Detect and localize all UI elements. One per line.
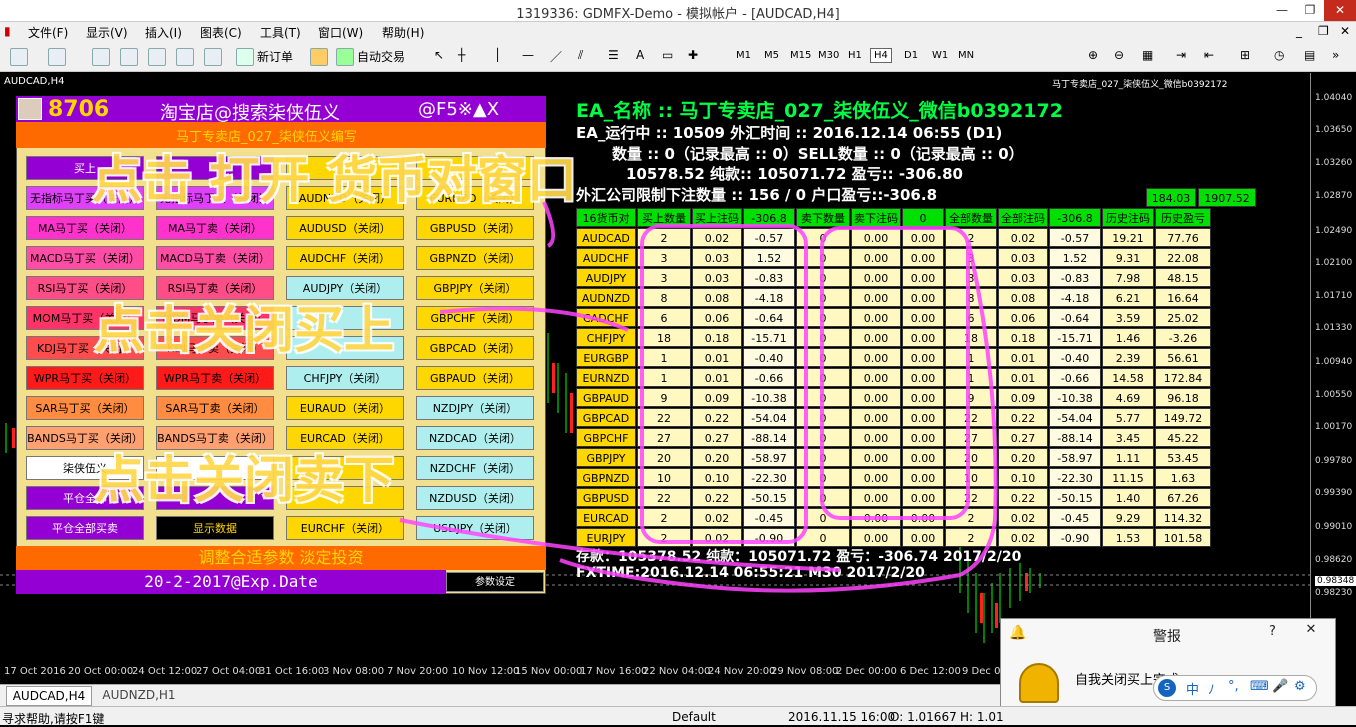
- alert-close-icon[interactable]: ✕: [1291, 622, 1331, 642]
- overlay-close-buy: 点击关闭买上: [94, 301, 394, 359]
- status-high: H: 1.01: [960, 710, 1004, 724]
- microphone-icon[interactable]: 🎤: [1272, 679, 1288, 694]
- ime-settings-icon[interactable]: ⚙: [1294, 679, 1306, 694]
- overlay-close-sell: 点击关闭卖下: [94, 451, 394, 509]
- alert-help-icon[interactable]: ?: [1269, 624, 1276, 639]
- ime-toolbar: S 中 ﾉ °, ⌨ 🎤 ⚙: [1153, 675, 1317, 701]
- annotation-strokes: [399, 201, 998, 593]
- bell-icon: [1019, 663, 1059, 703]
- status-bar: 寻求帮助,请按F1键 Default 2016.11.15 16:00 O: 1…: [0, 706, 1356, 726]
- alert-title: 警报: [1153, 629, 1181, 645]
- overlay-open-pair: 点击 打开 货币对窗口: [92, 151, 577, 209]
- keyboard-icon[interactable]: ⌨: [1250, 679, 1269, 694]
- status-datetime: 2016.11.15 16:00: [788, 710, 896, 724]
- chart-tabs: AUDCAD,H4 AUDNZD,H1: [0, 684, 1000, 706]
- status-help: 寻求帮助,请按F1键: [2, 712, 105, 726]
- bell-small-icon: 🔔: [1009, 625, 1027, 641]
- tab-audnzd[interactable]: AUDNZD,H1: [96, 686, 182, 706]
- status-profile: Default: [672, 710, 716, 724]
- ime-logo-icon[interactable]: S: [1158, 679, 1176, 697]
- ime-moon-icon[interactable]: ﾉ: [1208, 679, 1215, 698]
- ime-punct-icon[interactable]: °,: [1228, 679, 1239, 694]
- ime-chinese-mode[interactable]: 中: [1186, 679, 1199, 698]
- status-open: O: 1.01667: [890, 710, 957, 724]
- tab-audcad[interactable]: AUDCAD,H4: [6, 686, 92, 706]
